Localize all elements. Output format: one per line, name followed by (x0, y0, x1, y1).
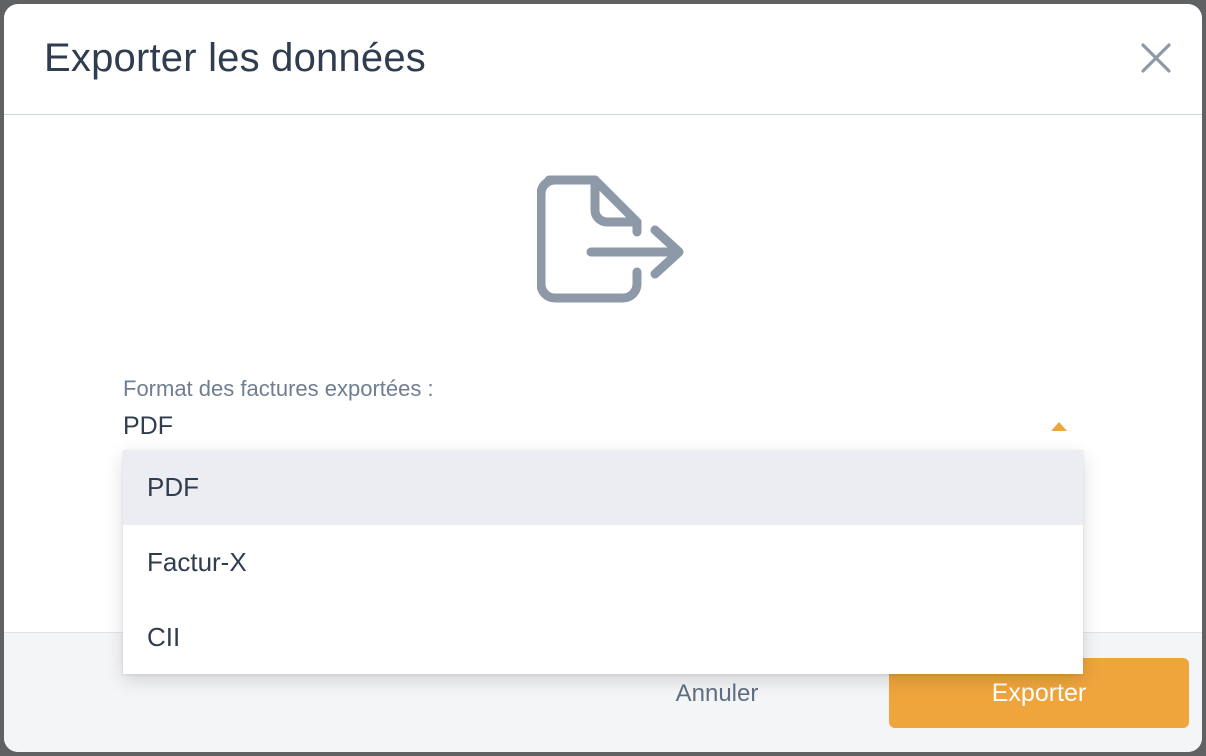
export-dialog: Exporter les données Format des factures… (4, 4, 1202, 752)
dropdown-option-cii[interactable]: CII (123, 600, 1083, 675)
cancel-button[interactable]: Annuler (652, 672, 782, 716)
dropdown-option-facturx[interactable]: Factur-X (123, 525, 1083, 600)
format-dropdown-menu: PDF Factur-X CII (123, 450, 1083, 674)
close-icon (1141, 43, 1171, 73)
format-select-value: PDF (123, 412, 173, 440)
format-select[interactable]: PDF (123, 408, 1083, 452)
dialog-header: Exporter les données (4, 4, 1202, 115)
dropdown-option-pdf[interactable]: PDF (123, 450, 1083, 525)
dialog-title: Exporter les données (44, 36, 427, 80)
caret-up-icon (1051, 422, 1067, 431)
file-export-icon (537, 175, 684, 303)
close-button[interactable] (1138, 40, 1174, 76)
format-field-label: Format des factures exportées : (123, 376, 434, 401)
